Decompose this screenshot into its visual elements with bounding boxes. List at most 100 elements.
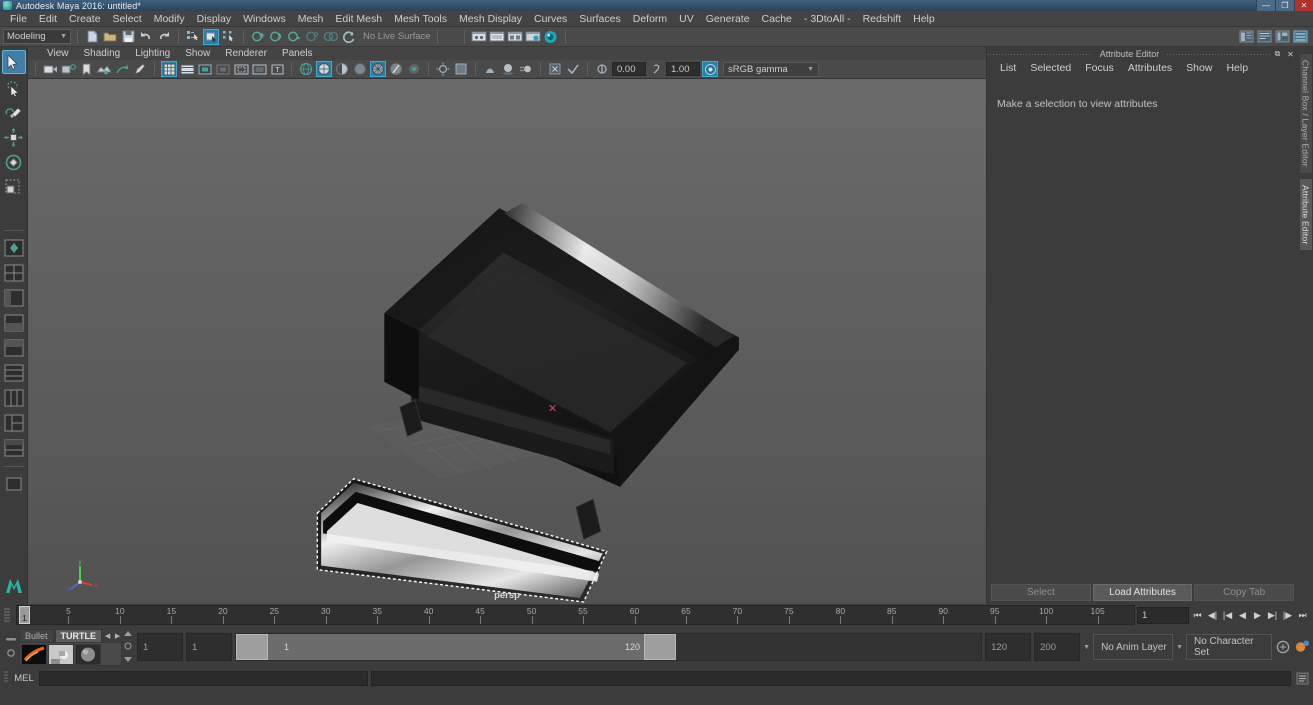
camera-attributes-icon[interactable] [60,61,76,77]
side-tab-attribute-editor[interactable]: Attribute Editor [1298,177,1313,252]
gate-mask-icon[interactable] [215,61,231,77]
close-icon[interactable]: ✕ [1285,49,1296,60]
ipr-render-icon[interactable] [543,29,559,45]
character-set-dropdown[interactable]: No Character Set [1186,634,1272,660]
lights-default-icon[interactable] [435,61,451,77]
show-hide-tool-settings-icon[interactable] [1274,29,1290,45]
wireframe-shading-icon[interactable] [298,61,314,77]
render-sequence-icon[interactable] [525,29,541,45]
motion-blur-icon[interactable] [518,61,534,77]
panel-menu-panels[interactable]: Panels [275,47,320,60]
rotate-tool[interactable] [2,150,26,174]
undo-icon[interactable] [138,29,154,45]
anim-end-field[interactable]: 120 [985,633,1032,661]
layout-two-pane-side[interactable] [2,386,26,410]
range-slider-right-handle[interactable] [644,634,677,660]
show-hide-attribute-editor-icon[interactable] [1256,29,1272,45]
image-plane-icon[interactable] [96,61,112,77]
close-button[interactable]: ✕ [1294,0,1313,11]
show-hide-channel-box-icon[interactable] [1292,29,1308,45]
menu-3dtoall[interactable]: - 3DtoAll - [798,11,857,27]
shelf-scroll-up-icon[interactable] [123,628,133,640]
drag-handle[interactable] [1167,53,1272,55]
grease-pencil-icon[interactable] [132,61,148,77]
menu-curves[interactable]: Curves [528,11,573,27]
command-line-handle[interactable] [3,670,9,687]
undock-icon[interactable]: ⧉ [1272,49,1283,60]
current-frame-indicator[interactable]: 1 [19,606,30,624]
snap-to-curve-icon[interactable] [268,29,284,45]
move-tool[interactable] [2,125,26,149]
menu-display[interactable]: Display [191,11,237,27]
load-attributes-button[interactable]: Load Attributes [1092,584,1193,601]
smooth-shade-selected-icon[interactable] [334,61,350,77]
menu-surfaces[interactable]: Surfaces [573,11,626,27]
auto-key-icon[interactable] [1275,639,1291,655]
step-forward-key-icon[interactable]: ▶| [1266,607,1279,623]
safe-title-icon[interactable]: T [269,61,285,77]
hypershade-icon[interactable] [507,29,523,45]
turtle-material-icon[interactable] [75,643,101,665]
shelf-tab-prev-icon[interactable]: ◀ [103,630,112,642]
shelf-tab-bullet[interactable]: Bullet [19,629,54,642]
menu-mesh-tools[interactable]: Mesh Tools [388,11,453,27]
menu-uv[interactable]: UV [673,11,700,27]
new-scene-icon[interactable] [84,29,100,45]
scale-tool[interactable] [2,175,26,199]
shelf-options-icon[interactable] [6,648,16,661]
select-button[interactable]: Select [991,584,1091,601]
play-forwards-icon[interactable]: ▶ [1251,607,1264,623]
panel-menu-show[interactable]: Show [178,47,217,60]
minimize-button[interactable]: — [1256,0,1275,11]
shelf-tab-next-icon[interactable]: ▶ [113,630,122,642]
snap-to-grid-icon[interactable] [250,29,266,45]
shelf-scroll-handle-icon[interactable] [123,641,133,653]
layout-three-pane[interactable] [2,411,26,435]
side-tab-channel-box[interactable]: Channel Box / Layer Editor [1298,53,1313,174]
wireframe-on-shaded-icon[interactable] [370,61,386,77]
snap-to-point-icon[interactable] [286,29,302,45]
xray-icon[interactable] [388,61,404,77]
xray-joints-icon[interactable] [406,61,422,77]
menu-mesh[interactable]: Mesh [292,11,330,27]
hud-icon[interactable] [565,61,581,77]
color-manage-icon[interactable] [702,61,718,77]
select-by-component-icon[interactable] [221,29,237,45]
screen-space-ao-icon[interactable] [500,61,516,77]
last-tool-used[interactable] [2,200,26,224]
exposure-icon[interactable] [594,61,610,77]
select-by-object-icon[interactable] [203,28,219,45]
flat-shade-icon[interactable] [352,61,368,77]
menu-help[interactable]: Help [907,11,941,27]
shelf-scroll-down-icon[interactable] [123,654,133,666]
command-language-label[interactable]: MEL [12,673,36,684]
menu-mesh-display[interactable]: Mesh Display [453,11,528,27]
menu-edit-mesh[interactable]: Edit Mesh [329,11,388,27]
menu-edit[interactable]: Edit [33,11,63,27]
range-start-field[interactable]: 1 [186,633,233,661]
playback-end-field[interactable]: 200 [1034,633,1081,661]
layout-four-view[interactable] [2,261,26,285]
ae-menu-list[interactable]: List [993,61,1023,76]
menu-create[interactable]: Create [63,11,107,27]
menu-redshift[interactable]: Redshift [857,11,908,27]
step-back-frame-icon[interactable]: ◀| [1206,607,1219,623]
menu-generate[interactable]: Generate [700,11,756,27]
gamma-field[interactable]: 1.00 [666,62,700,76]
field-chart-icon[interactable] [233,61,249,77]
time-slider-handle[interactable] [0,606,14,624]
select-tool[interactable] [1,50,26,74]
viewport-3d[interactable]: ✕ y x z persp [28,79,986,604]
snap-to-projected-center-icon[interactable] [304,29,320,45]
select-by-hierarchy-icon[interactable] [185,29,201,45]
anim-layer-dropdown[interactable]: No Anim Layer [1093,634,1174,660]
gamma-icon[interactable] [648,61,664,77]
menu-set-dropdown[interactable]: Modeling ▼ [3,29,71,44]
anim-start-field[interactable]: 1 [137,633,184,661]
range-slider-bar[interactable]: 120 [236,634,677,660]
layout-single-perspective-view[interactable] [2,236,26,260]
redo-icon[interactable] [156,29,172,45]
isolate-select-icon[interactable] [547,61,563,77]
go-to-end-icon[interactable]: ⏭ [1296,607,1309,623]
command-input[interactable] [39,671,368,686]
